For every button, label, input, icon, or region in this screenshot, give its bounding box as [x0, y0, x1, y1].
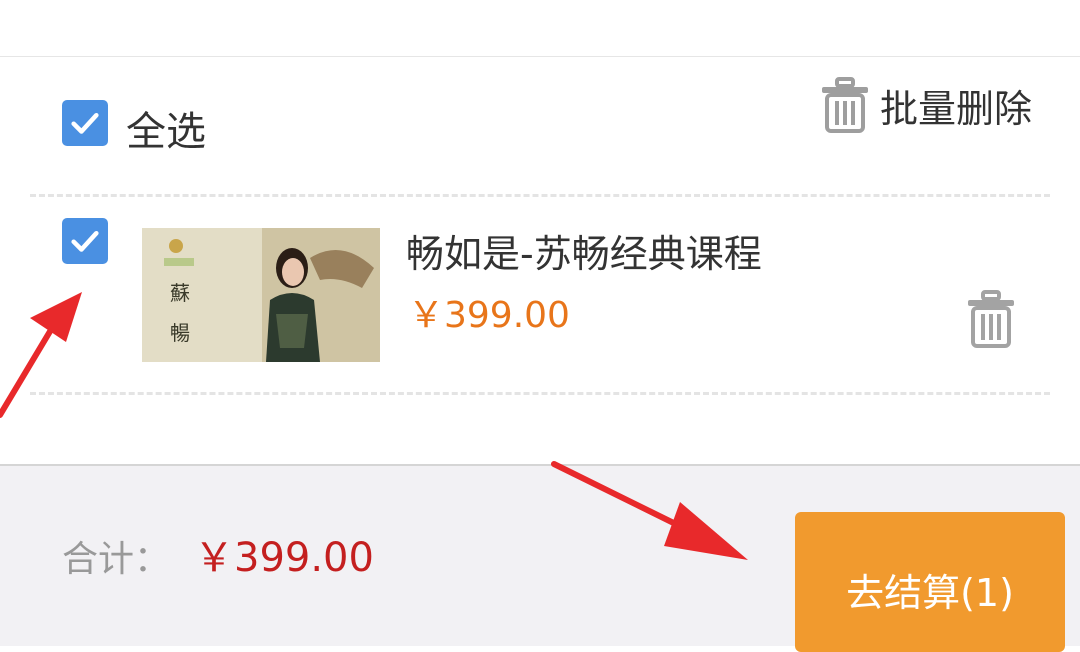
item-checkbox[interactable]	[62, 218, 108, 264]
item-delete-button[interactable]	[966, 290, 1016, 348]
arrow-icon	[0, 292, 82, 418]
svg-text:蘇: 蘇	[170, 281, 190, 305]
divider	[30, 194, 1050, 197]
select-all-label: 全选	[126, 109, 206, 155]
total-label: 合计：	[62, 539, 171, 580]
product-price: ￥399.00	[408, 295, 570, 336]
product-title[interactable]: 畅如是-苏畅经典课程	[406, 226, 762, 282]
checkmark-icon	[71, 112, 99, 134]
checkmark-icon	[71, 230, 99, 252]
top-area	[0, 0, 1080, 57]
product-image[interactable]: 蘇 暢	[142, 228, 380, 362]
divider	[30, 392, 1050, 395]
trash-icon	[968, 290, 1014, 348]
bulk-delete-label: 批量删除	[880, 86, 1033, 131]
total-value: ￥399.00	[194, 535, 374, 581]
checkout-button[interactable]: 去结算(1)	[795, 512, 1065, 652]
trash-icon	[820, 77, 870, 133]
bulk-delete-button[interactable]: 批量删除	[820, 74, 1032, 136]
svg-text:暢: 暢	[170, 321, 190, 345]
select-all-checkbox[interactable]	[62, 100, 108, 146]
